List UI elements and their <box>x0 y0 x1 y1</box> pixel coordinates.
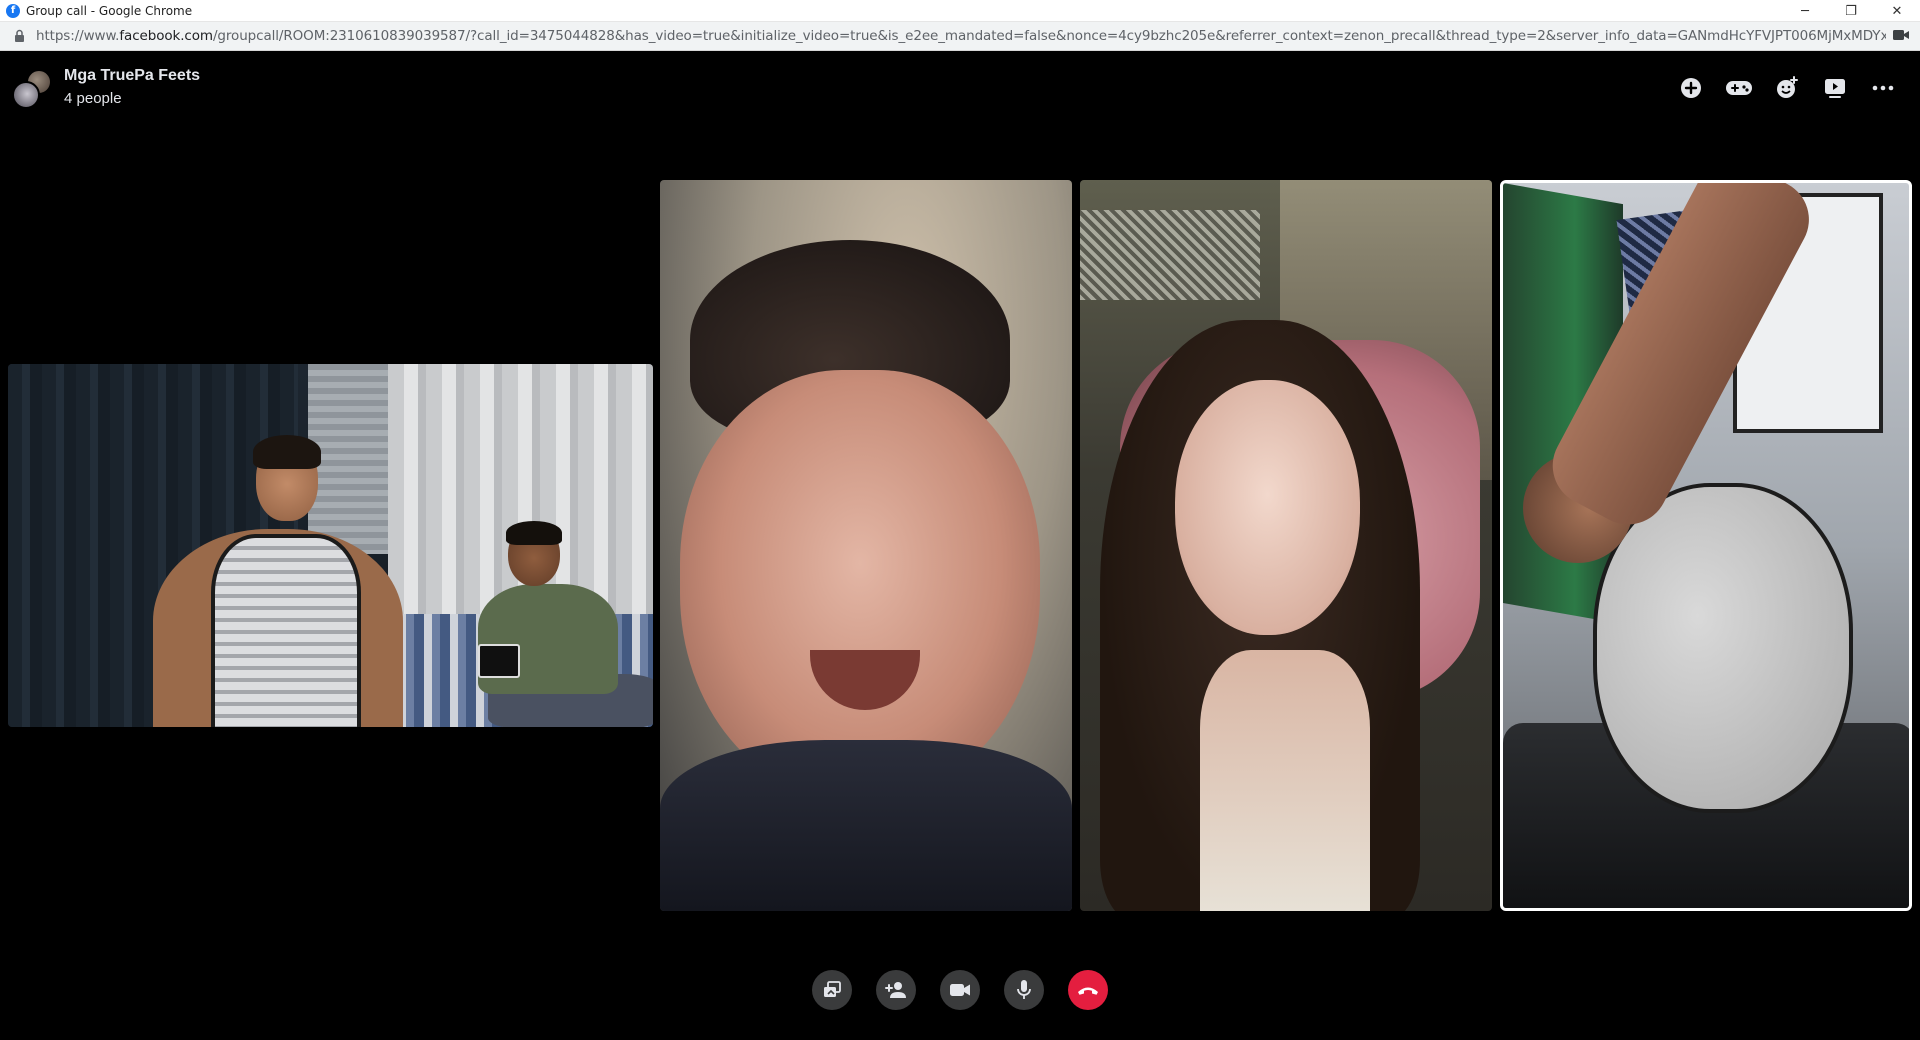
close-button[interactable]: ✕ <box>1874 0 1920 22</box>
group-name[interactable]: Mga TruePa Feets <box>64 67 200 85</box>
address-bar[interactable]: https://www.facebook.com/groupcall/ROOM:… <box>0 22 1920 51</box>
video-tile-self[interactable] <box>8 364 653 727</box>
participant-count: 4 people <box>64 90 122 107</box>
url-path: /groupcall/ROOM:2310610839039587/?call_i… <box>212 28 1886 44</box>
add-button[interactable] <box>1670 67 1712 109</box>
video-tile-participant-3[interactable] <box>1080 180 1492 911</box>
microphone-button[interactable] <box>1004 970 1044 1010</box>
minimize-button[interactable]: ─ <box>1782 0 1828 22</box>
add-person-button[interactable] <box>876 970 916 1010</box>
facebook-logo-icon: f <box>6 3 20 18</box>
lock-icon[interactable] <box>12 28 26 44</box>
url-host-prefix: https://www. <box>36 28 120 44</box>
browser-title-bar: f Group call - Google Chrome ─ ❐ ✕ <box>0 0 1920 22</box>
video-tile-participant-2[interactable] <box>660 180 1072 911</box>
participant-figure <box>133 435 423 727</box>
hang-up-icon <box>1078 987 1098 995</box>
end-call-button[interactable] <box>1068 970 1108 1010</box>
watch-together-icon <box>1825 79 1845 98</box>
header-actions <box>1670 67 1904 109</box>
video-tile-participant-4-active[interactable] <box>1500 180 1912 911</box>
participant-figure <box>478 521 653 727</box>
participant-figure <box>1175 380 1360 635</box>
add-person-icon <box>885 982 906 998</box>
window-title: Group call - Google Chrome <box>26 3 193 18</box>
share-screen-button[interactable] <box>812 970 852 1010</box>
camera-button[interactable] <box>940 970 980 1010</box>
games-button[interactable] <box>1718 67 1760 109</box>
participant-figure <box>680 370 1040 800</box>
participant-figure <box>1200 650 1370 911</box>
url-host: facebook.com <box>119 28 213 44</box>
call-controls <box>0 970 1920 1014</box>
microphone-icon <box>1017 980 1031 999</box>
effects-icon <box>1777 76 1798 98</box>
watch-together-button[interactable] <box>1814 67 1856 109</box>
url-text[interactable]: https://www.facebook.com/groupcall/ROOM:… <box>36 28 1886 44</box>
video-background <box>1080 210 1260 300</box>
call-header: Mga TruePa Feets 4 people <box>0 51 1920 121</box>
effects-button[interactable] <box>1766 67 1808 109</box>
more-options-button[interactable] <box>1862 67 1904 109</box>
restore-button[interactable]: ❐ <box>1828 0 1874 22</box>
add-icon <box>1681 78 1701 98</box>
camera-icon <box>950 984 970 996</box>
more-options-icon <box>1872 85 1894 91</box>
video-extension-icon[interactable] <box>1892 28 1910 44</box>
avatar <box>12 81 40 109</box>
share-screen-icon <box>824 981 841 997</box>
group-avatar[interactable] <box>12 69 52 109</box>
game-controller-icon <box>1726 81 1752 95</box>
window-controls: ─ ❐ ✕ <box>1782 0 1920 22</box>
participant-figure <box>660 740 1072 911</box>
participant-figure <box>1593 483 1853 813</box>
